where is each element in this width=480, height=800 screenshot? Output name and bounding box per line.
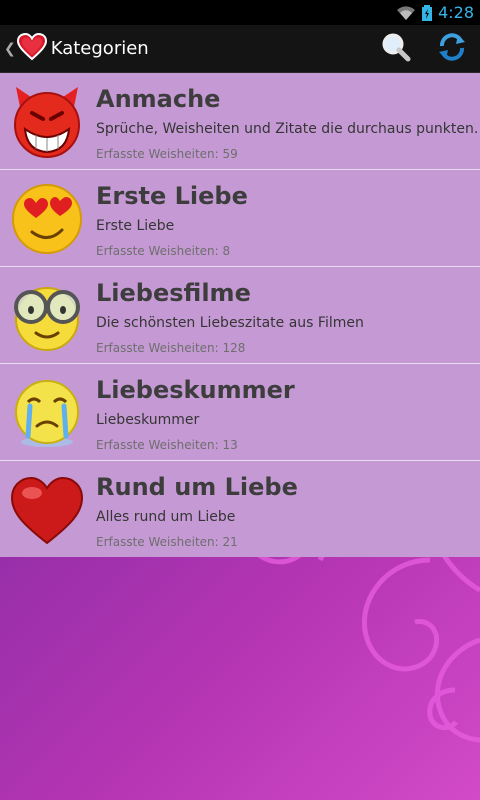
category-description: Liebeskummer — [96, 412, 200, 428]
up-navigation[interactable]: ❮ Kategorien — [0, 25, 149, 73]
status-bar: 4:28 — [0, 0, 480, 25]
list-item[interactable]: Rund um Liebe Alles rund um Liebe Erfass… — [0, 461, 480, 558]
list-item[interactable]: Anmache Sprüche, Weisheiten und Zitate d… — [0, 73, 480, 170]
category-description: Erste Liebe — [96, 218, 175, 234]
category-count: Erfasste Weisheiten: 21 — [96, 535, 238, 549]
count-value: 21 — [222, 535, 238, 549]
list-item[interactable]: Erste Liebe Erste Liebe Erfasste Weishei… — [0, 170, 480, 267]
heart-icon — [10, 473, 84, 547]
category-name: Rund um Liebe — [96, 473, 298, 501]
category-name: Anmache — [96, 85, 221, 113]
count-label: Erfasste Weisheiten: — [96, 244, 219, 258]
count-value: 59 — [222, 147, 238, 161]
search-button[interactable] — [368, 25, 424, 73]
list-item[interactable]: Liebeskummer Liebeskummer Erfasste Weish… — [0, 364, 480, 461]
list-item[interactable]: Liebesfilme Die schönsten Liebeszitate a… — [0, 267, 480, 364]
crying-smiley-icon — [10, 376, 84, 450]
category-count: Erfasste Weisheiten: 8 — [96, 244, 230, 258]
app-heart-logo-icon — [16, 32, 47, 65]
devil-smiley-icon — [10, 85, 84, 159]
count-value: 128 — [222, 341, 246, 355]
count-label: Erfasste Weisheiten: — [96, 341, 219, 355]
category-description: Die schönsten Liebeszitate aus Filmen — [96, 315, 364, 331]
wifi-icon — [396, 5, 416, 21]
count-value: 8 — [222, 244, 231, 258]
category-count: Erfasste Weisheiten: 13 — [96, 438, 238, 452]
back-caret-icon: ❮ — [4, 40, 16, 57]
count-label: Erfasste Weisheiten: — [96, 438, 219, 452]
category-name: Liebesfilme — [96, 279, 251, 307]
category-name: Erste Liebe — [96, 182, 248, 210]
category-list: Anmache Sprüche, Weisheiten und Zitate d… — [0, 73, 480, 557]
action-bar: ❮ Kategorien — [0, 25, 480, 73]
category-name: Liebeskummer — [96, 376, 295, 404]
refresh-icon — [437, 32, 467, 66]
count-label: Erfasste Weisheiten: — [96, 147, 219, 161]
count-value: 13 — [222, 438, 238, 452]
glasses-smiley-icon — [10, 279, 84, 353]
search-icon — [381, 32, 411, 66]
category-description: Alles rund um Liebe — [96, 509, 236, 525]
refresh-button[interactable] — [424, 25, 480, 73]
category-description: Sprüche, Weisheiten und Zitate die durch… — [96, 121, 479, 137]
heart-eyes-smiley-icon — [10, 182, 84, 256]
screen-title: Kategorien — [50, 38, 149, 59]
battery-icon — [422, 4, 433, 21]
count-label: Erfasste Weisheiten: — [96, 535, 219, 549]
category-count: Erfasste Weisheiten: 128 — [96, 341, 245, 355]
category-count: Erfasste Weisheiten: 59 — [96, 147, 238, 161]
clock: 4:28 — [438, 3, 474, 22]
